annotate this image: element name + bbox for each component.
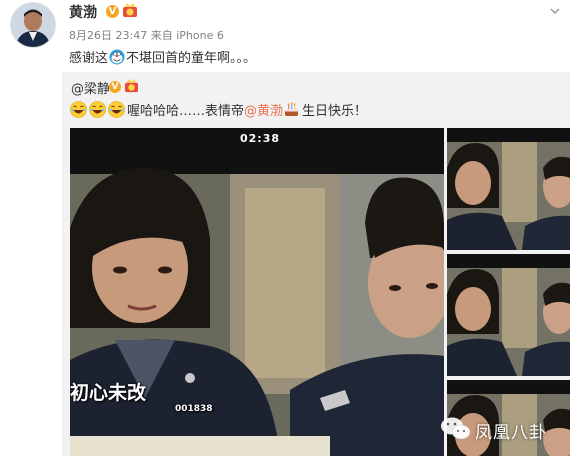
doraemon-emoji-icon [109, 49, 125, 64]
via-label: 来自 [150, 29, 173, 42]
watermark-text: 凤凰八卦 [475, 423, 547, 443]
badge-number: 001838 [175, 404, 213, 414]
original-author[interactable]: @梁静 [71, 78, 110, 97]
video-timestamp: 02:38 [240, 132, 281, 145]
video-thumbnail[interactable]: 02:38 初心未改 001838 [70, 128, 444, 456]
chevron-down-icon[interactable] [550, 6, 560, 16]
video-frame-image [447, 254, 570, 376]
post-text-after: 不堪回首的童年啊。。。 [126, 51, 257, 66]
mention-link[interactable]: @黄渤 [244, 104, 283, 119]
birthday-cake-emoji-icon [285, 102, 299, 116]
repost-text-tail: 生日快乐！ [302, 104, 368, 119]
verified-badge-icon: V [106, 5, 119, 18]
laughing-emoji-icon [70, 101, 87, 118]
wechat-icon [441, 417, 471, 440]
video-thumbnail-small[interactable] [447, 128, 570, 250]
post-text-before: 感谢这 [69, 51, 109, 66]
avatar-photo [11, 3, 55, 47]
post-text: 感谢这 不堪回首的童年啊。。。 [69, 47, 256, 66]
laughing-emoji-icon [108, 101, 125, 118]
video-frame-image [447, 128, 570, 250]
post-meta: 8月26日 23:47 来自 iPhone 6 [69, 27, 224, 43]
video-subtitle: 初心未改 [70, 382, 147, 404]
repost-text-main: 喔哈哈哈……表情帝 [127, 104, 245, 119]
medal-badge-icon [124, 79, 139, 93]
weibo-post: 黄渤 V 8月26日 23:47 来自 iPhone 6 感谢这 不堪回首的童年… [0, 0, 570, 456]
post-timestamp[interactable]: 8月26日 23:47 [69, 29, 147, 42]
medal-badge-icon [123, 3, 137, 17]
repost-container[interactable]: @梁静 V 喔哈哈哈……表情帝@黄渤 生日快乐！ 02:38 初心未改 0018… [62, 72, 570, 456]
video-frame-image [70, 128, 444, 456]
verified-badge-icon: V [109, 81, 121, 93]
laughing-emoji-icon [89, 101, 106, 118]
avatar[interactable] [10, 2, 56, 48]
user-name[interactable]: 黄渤 [69, 2, 97, 22]
post-source[interactable]: iPhone 6 [176, 29, 224, 42]
repost-text: 喔哈哈哈……表情帝@黄渤 生日快乐！ [70, 100, 367, 119]
video-thumbnail-small[interactable] [447, 254, 570, 376]
